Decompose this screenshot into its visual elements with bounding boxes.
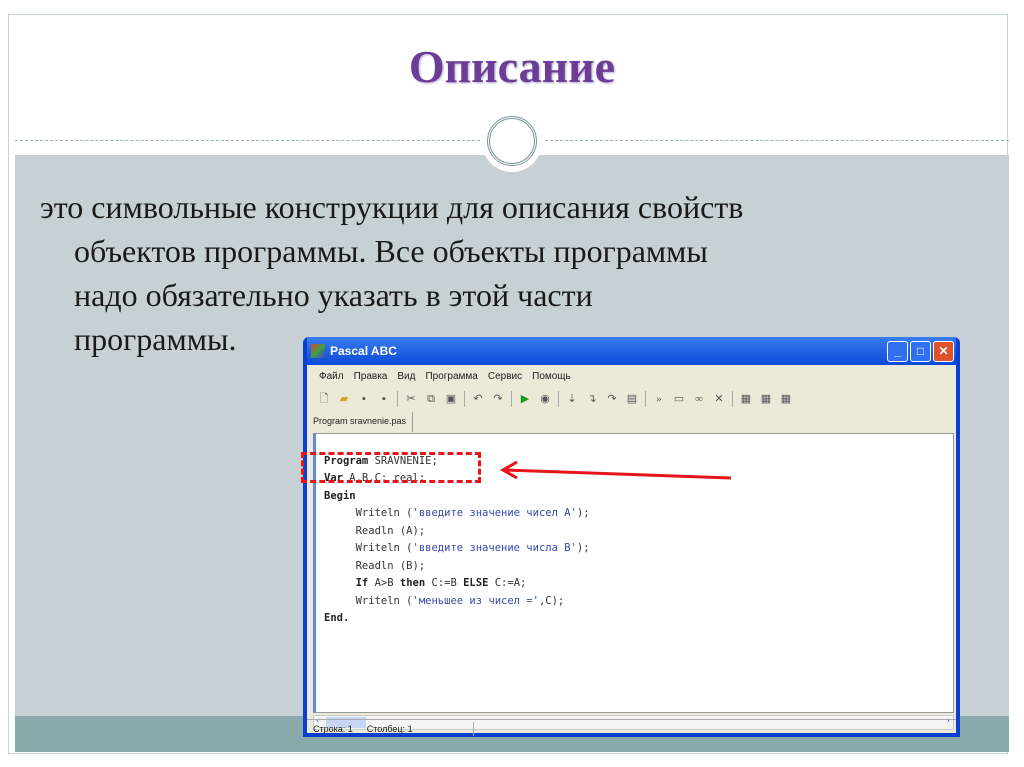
code-text: ,C); — [538, 594, 565, 607]
glasses-icon[interactable]: ∞ — [692, 392, 706, 406]
toolbar: 🗋 ▰ ▪ ▪ ✂ ⧉ ▣ ↶ ↷ ▶ ◉ ⇣ ↴ ↷ ▤ » ▭ ∞ ✕ ▦ — [307, 387, 956, 411]
step-over-icon[interactable]: ↷ — [605, 392, 619, 406]
code-text: A>B — [368, 577, 400, 589]
window-title: Pascal ABC — [330, 344, 397, 358]
stop-icon[interactable]: ◉ — [538, 392, 552, 406]
code-keyword: then — [399, 577, 426, 589]
text-line: объектов программы. Все объекты программ… — [74, 233, 708, 269]
copy-icon[interactable]: ⧉ — [424, 392, 438, 406]
paste-icon[interactable]: ▣ — [444, 392, 458, 406]
text-line: надо обязательно указать в этой части — [74, 277, 593, 313]
code-text: Writeln ( — [324, 542, 413, 554]
code-string: 'введите значение чисел A' — [412, 507, 577, 519]
delete-icon[interactable]: ✕ — [712, 392, 726, 406]
output3-icon[interactable]: ▦ — [779, 392, 793, 406]
var-highlight-box — [301, 452, 481, 483]
code-text: C:=B — [425, 577, 464, 589]
divider-right — [545, 140, 1009, 141]
save-icon[interactable]: ▪ — [357, 392, 371, 406]
circle-ornament-icon — [487, 116, 537, 166]
step-into-icon[interactable]: ↴ — [585, 392, 599, 406]
tab-file[interactable]: Program sravnenie.pas — [307, 412, 414, 432]
code-text: Readln (B); — [324, 559, 426, 572]
undo-icon[interactable]: ↶ — [471, 392, 485, 406]
menu-edit[interactable]: Правка — [354, 371, 388, 382]
code-keyword: End. — [324, 612, 350, 624]
status-bar: Строка: 1 Столбец: 1 — [307, 719, 956, 737]
menu-view[interactable]: Вид — [397, 371, 415, 382]
code-string: 'введите значение числа B' — [412, 542, 577, 554]
redo-icon[interactable]: ↷ — [491, 392, 505, 406]
slide-title: Описание — [408, 41, 616, 92]
eval-icon[interactable]: » — [652, 392, 666, 406]
code-text: Writeln ( — [324, 507, 413, 519]
step-icon[interactable]: ⇣ — [565, 392, 579, 406]
output2-icon[interactable]: ▦ — [759, 392, 773, 406]
menu-service[interactable]: Сервис — [488, 371, 522, 382]
code-text: ); — [576, 542, 590, 554]
status-col: Столбец: 1 — [366, 723, 413, 734]
code-text: Writeln ( — [324, 594, 413, 607]
menu-bar: Файл Правка Вид Программа Сервис Помощь — [307, 365, 956, 387]
code-text: Readln (A); — [324, 524, 426, 537]
run-icon[interactable]: ▶ — [518, 392, 532, 406]
menu-help[interactable]: Помощь — [532, 371, 571, 382]
code-text: C:=A; — [488, 577, 527, 589]
code-keyword: If — [355, 577, 369, 589]
output-icon[interactable]: ▦ — [739, 392, 753, 406]
slide-text: это символьные конструкции для описания … — [40, 185, 1000, 361]
text-line: это символьные конструкции для описания … — [40, 189, 744, 225]
open-folder-icon[interactable]: ▰ — [337, 392, 351, 406]
close-button[interactable]: ✕ — [933, 340, 954, 362]
watch-icon[interactable]: ▤ — [625, 392, 639, 406]
code-string: 'меньшее из чисел =' — [412, 594, 539, 607]
save-all-icon[interactable]: ▪ — [377, 392, 391, 406]
red-arrow-icon — [499, 460, 732, 480]
menu-file[interactable]: Файл — [319, 371, 344, 382]
cut-icon[interactable]: ✂ — [404, 392, 418, 406]
maximize-button[interactable]: □ — [910, 340, 931, 362]
divider-left — [15, 140, 480, 141]
code-keyword: Begin — [324, 489, 356, 502]
code-keyword: ELSE — [463, 577, 489, 589]
status-row: Строка: 1 — [313, 723, 353, 734]
new-file-icon[interactable]: 🗋 — [317, 392, 331, 406]
code-text: ); — [576, 507, 590, 519]
window-icon[interactable]: ▭ — [672, 392, 686, 406]
app-icon — [311, 344, 325, 358]
pascal-window: Pascal ABC _ □ ✕ Файл Правка Вид Програм… — [303, 337, 960, 737]
minimize-button[interactable]: _ — [887, 340, 908, 362]
title-bar[interactable]: Pascal ABC _ □ ✕ — [307, 337, 956, 365]
menu-program[interactable]: Программа — [425, 371, 477, 382]
